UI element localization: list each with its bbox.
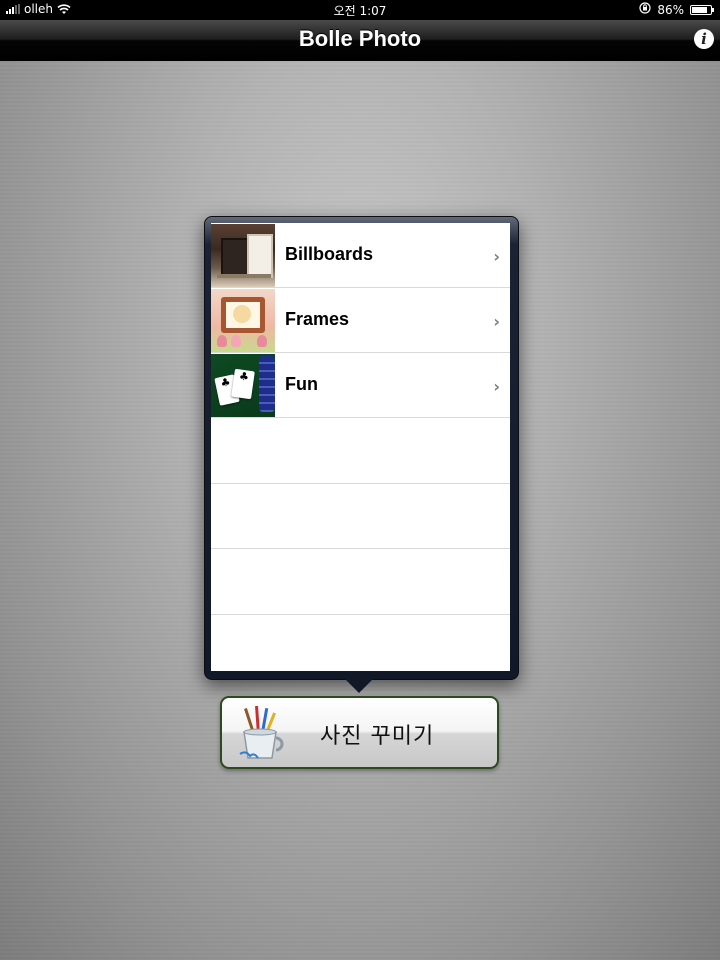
billboards-thumbnail: [211, 224, 275, 287]
empty-row: [211, 549, 510, 615]
list-item-frames[interactable]: Frames ›: [211, 288, 510, 353]
status-bar: olleh 오전 1:07 86%: [0, 0, 720, 20]
empty-row: [211, 615, 510, 672]
battery-percent: 86%: [657, 2, 684, 17]
list-item-label: Fun: [285, 374, 318, 394]
frames-thumbnail: [211, 289, 275, 352]
list-item-label: Frames: [285, 309, 350, 329]
app-title: Bolle Photo: [298, 26, 422, 51]
orientation-lock-icon: [639, 2, 651, 17]
decorate-photo-label: 사진 꾸미기: [320, 724, 435, 749]
chevron-right-icon: ›: [493, 247, 500, 266]
chevron-right-icon: ›: [493, 312, 500, 331]
status-clock: 오전 1:07: [333, 4, 387, 18]
info-button[interactable]: i: [694, 29, 714, 49]
list-item-billboards[interactable]: Billboards ›: [211, 223, 510, 288]
brush-cup-icon: [239, 706, 284, 759]
empty-row: [211, 418, 510, 484]
chevron-right-icon: ›: [493, 377, 500, 396]
empty-row: [211, 484, 510, 549]
fun-thumbnail: ♣ ♣: [211, 354, 275, 417]
popover-arrow: [343, 677, 375, 693]
category-list: Billboards › Frames › ♣ ♣ Fun ›: [211, 223, 510, 671]
status-right: 86%: [639, 2, 714, 17]
navigation-bar: Bolle Photo i: [0, 20, 720, 61]
list-item-fun[interactable]: ♣ ♣ Fun ›: [211, 353, 510, 418]
list-item-label: Billboards: [285, 244, 374, 264]
decorate-photo-button[interactable]: 사진 꾸미기: [220, 696, 499, 769]
battery-icon: [690, 4, 714, 15]
category-popover: Billboards › Frames › ♣ ♣ Fun ›: [204, 216, 519, 680]
